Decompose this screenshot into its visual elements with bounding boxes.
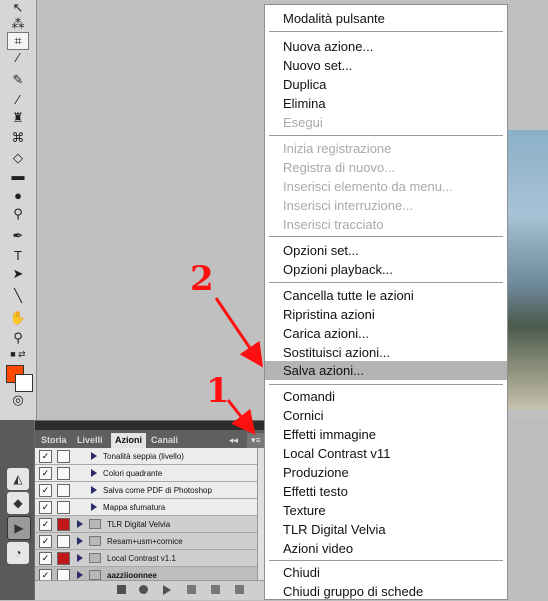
arrow-to-panel-menu	[226, 399, 256, 436]
annotation-arrows	[214, 297, 264, 436]
arrow-to-salva-azioni	[214, 297, 264, 368]
